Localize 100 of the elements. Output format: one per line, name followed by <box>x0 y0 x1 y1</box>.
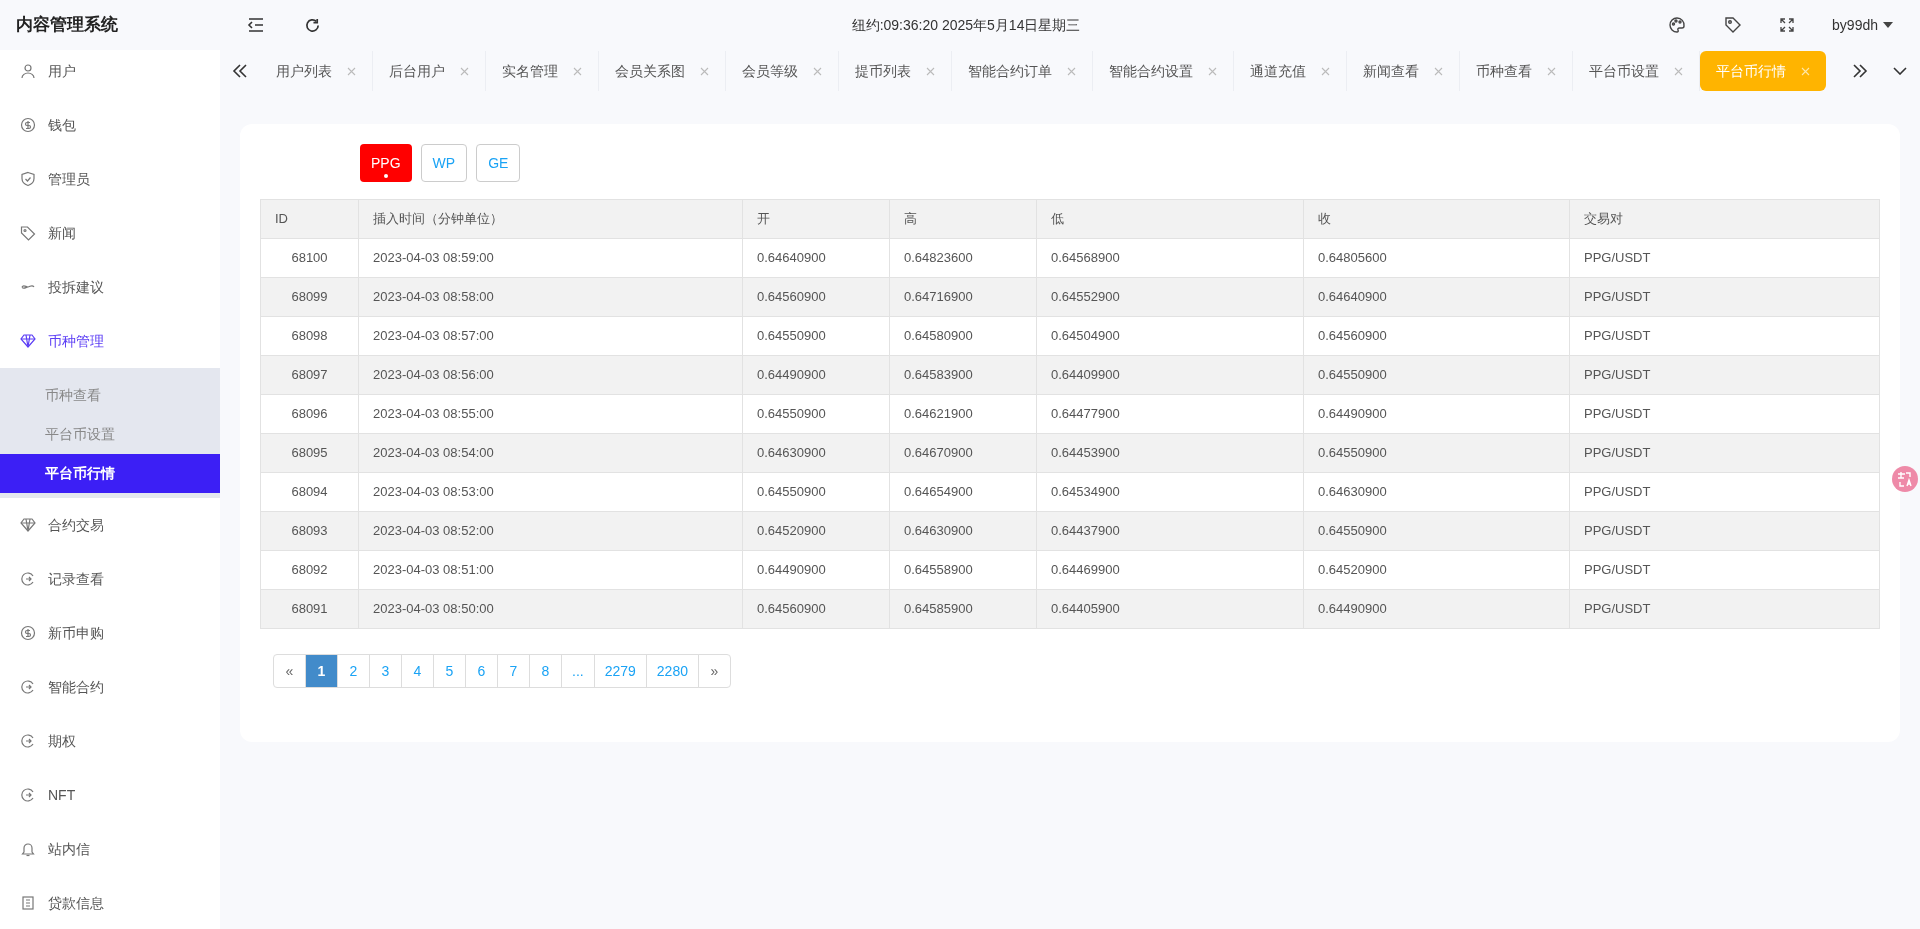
page-button[interactable]: « <box>273 654 306 688</box>
refresh-icon <box>303 16 321 34</box>
tab[interactable]: 币种查看 <box>1460 51 1573 91</box>
tab[interactable]: 智能合约设置 <box>1093 51 1234 91</box>
app-title: 内容管理系统 <box>16 15 118 35</box>
close-icon[interactable] <box>347 66 356 76</box>
close-icon[interactable] <box>1674 66 1683 76</box>
close-icon[interactable] <box>700 66 709 76</box>
sidebar-item[interactable]: 合约交易 <box>0 498 220 552</box>
table-cell: PPG/USDT <box>1569 277 1880 317</box>
table-cell: 2023-04-03 08:54:00 <box>358 433 743 473</box>
table-cell: 0.64640900 <box>742 238 890 278</box>
coin-button[interactable]: PPG <box>360 144 412 182</box>
tab[interactable]: 新闻查看 <box>1347 51 1460 91</box>
close-icon[interactable] <box>1067 66 1076 76</box>
sidebar-item[interactable]: 贷款信息 <box>0 876 220 929</box>
close-icon[interactable] <box>1208 66 1217 76</box>
table-cell: 2023-04-03 08:50:00 <box>358 589 743 629</box>
sidebar-item[interactable]: 记录查看 <box>0 552 220 606</box>
page-button[interactable]: 1 <box>305 654 338 688</box>
tab[interactable]: 后台用户 <box>373 51 486 91</box>
column-header: 高 <box>889 199 1037 239</box>
diamond-icon <box>20 333 36 349</box>
table-cell: 2023-04-03 08:56:00 <box>358 355 743 395</box>
translate-icon[interactable] <box>1892 466 1918 492</box>
table-cell: 0.64490900 <box>1303 589 1570 629</box>
table-cell: 68093 <box>260 511 359 551</box>
sidebar-item[interactable]: 管理员 <box>0 152 220 206</box>
fullscreen-icon[interactable] <box>1780 18 1795 32</box>
table-cell: 0.64520900 <box>1303 550 1570 590</box>
tab[interactable]: 实名管理 <box>486 51 599 91</box>
table-cell: 0.64716900 <box>889 277 1037 317</box>
table-cell: 0.64552900 <box>1036 277 1304 317</box>
table-cell: 2023-04-03 08:59:00 <box>358 238 743 278</box>
tab[interactable]: 用户列表 <box>260 51 373 91</box>
page-button[interactable]: » <box>698 654 731 688</box>
tag-icon <box>20 225 36 241</box>
table-cell: PPG/USDT <box>1569 355 1880 395</box>
column-header: 交易对 <box>1569 199 1880 239</box>
close-icon[interactable] <box>926 66 935 76</box>
tab[interactable]: 智能合约订单 <box>952 51 1093 91</box>
table-cell: PPG/USDT <box>1569 550 1880 590</box>
user-menu[interactable]: by99dh <box>1832 14 1894 36</box>
close-icon[interactable] <box>1547 66 1556 76</box>
sidebar-item[interactable]: 站内信 <box>0 822 220 876</box>
dollar-icon <box>20 117 36 133</box>
tab[interactable]: 会员关系图 <box>599 51 726 91</box>
table-cell: 2023-04-03 08:52:00 <box>358 511 743 551</box>
table-cell: 0.64560900 <box>742 277 890 317</box>
close-icon[interactable] <box>813 66 822 76</box>
table-cell: 0.64405900 <box>1036 589 1304 629</box>
table-cell: 0.64621900 <box>889 394 1037 434</box>
sidebar-item[interactable]: 新币申购 <box>0 606 220 660</box>
table-cell: 0.64520900 <box>742 511 890 551</box>
menu-icon <box>247 16 265 34</box>
sidebar-item[interactable]: 新闻 <box>0 206 220 260</box>
circle-arrow-icon <box>20 733 36 749</box>
close-icon[interactable] <box>1321 66 1330 76</box>
dollar-icon <box>20 625 36 641</box>
circle-arrow-icon <box>20 571 36 587</box>
tag-icon[interactable] <box>1724 16 1743 34</box>
shield-icon <box>20 171 36 187</box>
close-icon[interactable] <box>573 66 582 76</box>
table-cell: 68092 <box>260 550 359 590</box>
table-cell: 2023-04-03 08:53:00 <box>358 472 743 512</box>
close-icon[interactable] <box>460 66 469 76</box>
column-header: 低 <box>1036 199 1304 239</box>
submenu-item[interactable]: 平台币行情 <box>0 454 220 493</box>
clock-text: 纽约:09:36:20 2025年5月14日星期三 <box>851 15 1081 35</box>
table-cell: 0.64469900 <box>1036 550 1304 590</box>
table-cell: 0.64490900 <box>742 355 890 395</box>
sidebar-item[interactable]: NFT <box>0 768 220 822</box>
chevron-down-icon <box>1893 67 1907 75</box>
table-cell: 68094 <box>260 472 359 512</box>
table-cell: 68096 <box>260 394 359 434</box>
sidebar-item[interactable]: 币种管理 <box>0 314 220 368</box>
sidebar-item[interactable]: 用户 <box>0 50 220 98</box>
table-cell: 0.64630900 <box>889 511 1037 551</box>
table-cell: 0.64550900 <box>1303 433 1570 473</box>
tab[interactable]: 通道充值 <box>1234 51 1347 91</box>
tab[interactable]: 提币列表 <box>839 51 952 91</box>
table-cell: 0.64490900 <box>1303 394 1570 434</box>
table-cell: PPG/USDT <box>1569 316 1880 356</box>
sidebar-item[interactable]: 投拆建议 <box>0 260 220 314</box>
table-cell: 0.64550900 <box>1303 511 1570 551</box>
double-chevron-right-icon <box>1852 64 1868 78</box>
table-cell: 0.64585900 <box>889 589 1037 629</box>
sidebar-item[interactable]: 智能合约 <box>0 660 220 714</box>
table-cell: 0.64630900 <box>742 433 890 473</box>
tab[interactable]: 会员等级 <box>726 51 839 91</box>
table-cell: 0.64640900 <box>1303 277 1570 317</box>
table-cell: 68095 <box>260 433 359 473</box>
sidebar-item[interactable]: 钱包 <box>0 98 220 152</box>
table-cell: 0.64805600 <box>1303 238 1570 278</box>
table-cell: PPG/USDT <box>1569 472 1880 512</box>
palette-icon[interactable] <box>1668 16 1687 34</box>
sidebar-item[interactable]: 期权 <box>0 714 220 768</box>
close-icon[interactable] <box>1434 66 1443 76</box>
table-cell: 2023-04-03 08:57:00 <box>358 316 743 356</box>
double-chevron-left-icon <box>232 64 248 78</box>
